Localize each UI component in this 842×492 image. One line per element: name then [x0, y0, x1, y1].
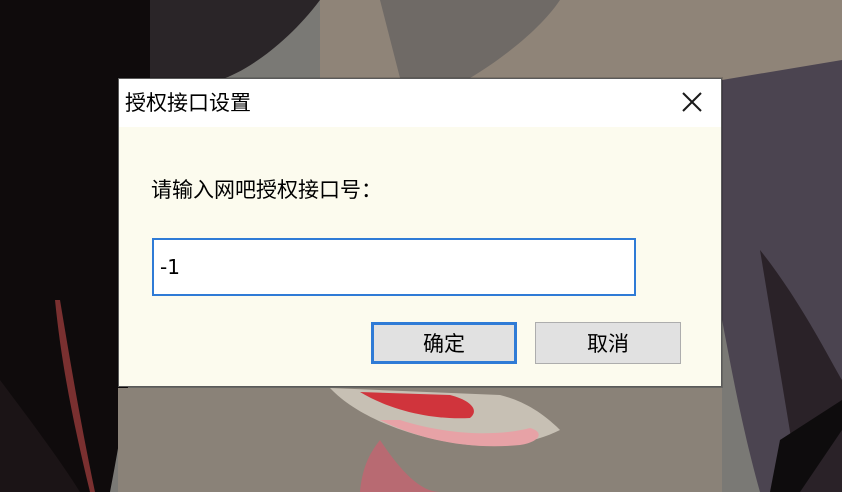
close-button[interactable]	[663, 79, 721, 125]
ok-button[interactable]: 确定	[371, 322, 517, 364]
dialog-titlebar: 授权接口设置	[119, 79, 721, 127]
dialog-title: 授权接口设置	[125, 91, 251, 115]
close-icon	[682, 92, 702, 112]
cancel-button[interactable]: 取消	[535, 322, 681, 364]
interface-number-input[interactable]	[152, 238, 636, 296]
prompt-label: 请输入网吧授权接口号：	[151, 178, 382, 202]
authorization-dialog: 授权接口设置 请输入网吧授权接口号： 确定 取消	[118, 78, 722, 387]
